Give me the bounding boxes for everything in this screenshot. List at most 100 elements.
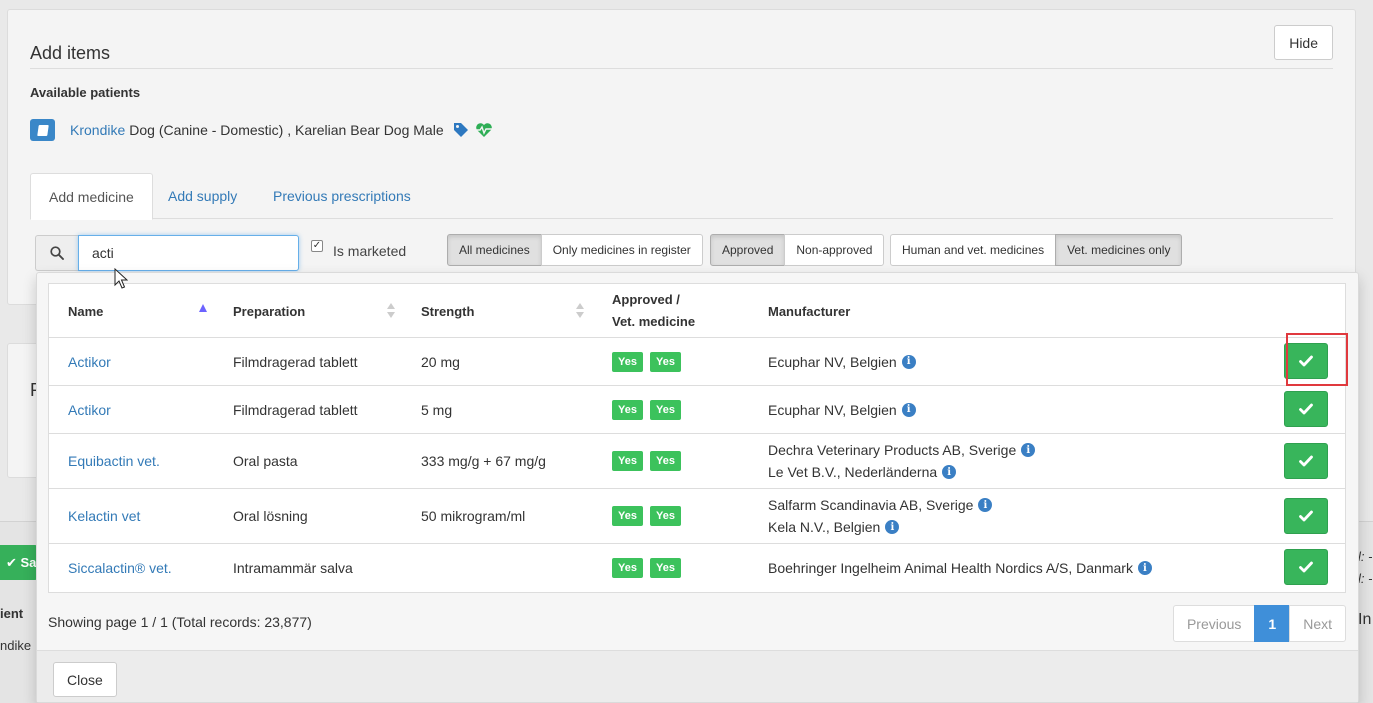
background-fragment: ndike bbox=[0, 638, 32, 653]
approved-badge: Yes bbox=[612, 351, 643, 372]
check-icon bbox=[1299, 455, 1313, 466]
non-approved-button[interactable]: Non-approved bbox=[784, 234, 885, 266]
header-approved-vet: Approved / Vet. medicine bbox=[612, 292, 696, 329]
dropdown-footer: Close bbox=[37, 650, 1358, 702]
patient-row: Krondike Dog (Canine - Domestic) , Karel… bbox=[30, 119, 493, 141]
patient-name-link[interactable]: Krondike bbox=[70, 122, 125, 138]
manufacturer-line: Kela N.V., Belgien i bbox=[768, 516, 900, 538]
page-1-button[interactable]: 1 bbox=[1254, 605, 1291, 642]
header-name[interactable]: Name bbox=[68, 284, 218, 338]
header-strength[interactable]: Strength bbox=[421, 284, 591, 338]
results-table: Name Preparation Strength Approved / Vet… bbox=[48, 283, 1346, 593]
search-group bbox=[35, 235, 299, 271]
search-icon bbox=[50, 246, 64, 260]
tab-add-medicine[interactable]: Add medicine bbox=[30, 173, 153, 220]
checkbox-box[interactable]: ✓ bbox=[311, 239, 323, 252]
select-medicine-button[interactable] bbox=[1284, 549, 1328, 585]
heart-pulse-icon[interactable] bbox=[475, 122, 493, 138]
manufacturer-cell: Dechra Veterinary Products AB, Sverige i L… bbox=[768, 434, 1036, 488]
tab-add-supply[interactable]: Add supply bbox=[150, 173, 255, 219]
close-button[interactable]: Close bbox=[53, 662, 117, 697]
medicine-name-link[interactable]: Actikor bbox=[68, 386, 111, 433]
tab-bar: Add medicine Add supply Previous prescri… bbox=[30, 173, 1333, 220]
info-icon[interactable]: i bbox=[978, 498, 993, 512]
check-icon bbox=[1299, 561, 1313, 573]
manufacturer-cell: Salfarm Scandinavia AB, Sverige i Kela N.V… bbox=[768, 489, 993, 543]
table-row: Actikor Filmdragerad tablett 5 mg Yes Yes Ecu… bbox=[49, 386, 1345, 434]
background-fragment: l: - bbox=[1358, 571, 1373, 586]
manufacturer-line: Ecuphar NV, Belgien i bbox=[768, 399, 916, 421]
approved-badge: Yes bbox=[612, 451, 643, 471]
header-preparation[interactable]: Preparation bbox=[233, 284, 403, 338]
background-fragment: In bbox=[1358, 611, 1372, 628]
available-patients-label: Available patients bbox=[30, 85, 141, 100]
table-row: Siccalactin® vet. Intramammär salva Yes Yes… bbox=[49, 544, 1345, 592]
strength-cell: 333 mg/g + 67 mg/g bbox=[421, 453, 546, 469]
medicine-name-link[interactable]: Actikor bbox=[68, 338, 111, 385]
medicine-search-input[interactable] bbox=[78, 235, 299, 271]
approved-badge: Yes bbox=[612, 506, 643, 526]
select-medicine-button[interactable] bbox=[1284, 442, 1328, 479]
medicine-name-link[interactable]: Siccalactin® vet. bbox=[68, 544, 172, 592]
tab-previous-prescriptions[interactable]: Previous prescriptions bbox=[255, 173, 429, 219]
approval-filter-group: Approved Non-approved bbox=[710, 234, 885, 266]
manufacturer-name: Ecuphar NV, Belgien bbox=[768, 353, 897, 370]
tag-icon[interactable] bbox=[453, 122, 469, 138]
approval-badges: Yes Yes bbox=[612, 338, 688, 385]
register-only-button[interactable]: Only medicines in register bbox=[540, 234, 703, 266]
previous-page-button[interactable]: Previous bbox=[1172, 605, 1256, 642]
approved-badge: Yes bbox=[612, 558, 643, 578]
approved-button[interactable]: Approved bbox=[710, 234, 786, 266]
preparation-cell: Oral lösning bbox=[233, 508, 308, 524]
check-icon bbox=[1299, 403, 1313, 415]
mouse-cursor-icon bbox=[114, 268, 128, 289]
manufacturer-cell: Boehringer Ingelheim Animal Health Nordi… bbox=[768, 544, 1152, 592]
info-icon[interactable]: i bbox=[885, 520, 900, 534]
human-and-vet-button[interactable]: Human and vet. medicines bbox=[890, 234, 1057, 266]
table-row: Actikor Filmdragerad tablett 20 mg Yes Yes Ec… bbox=[49, 338, 1345, 386]
highlight-box bbox=[1286, 333, 1348, 386]
info-icon[interactable]: i bbox=[1021, 443, 1036, 457]
next-page-button[interactable]: Next bbox=[1289, 605, 1346, 642]
background-fragment: l: - bbox=[1358, 549, 1373, 564]
info-icon[interactable]: i bbox=[901, 402, 916, 417]
book-icon[interactable] bbox=[30, 119, 55, 141]
is-marketed-checkbox[interactable]: ✓ Is marketed bbox=[311, 239, 406, 259]
strength-cell: 50 mikrogram/ml bbox=[421, 508, 526, 524]
table-row: Equibactin vet. Oral pasta 333 mg/g + 67 m… bbox=[49, 434, 1345, 489]
select-medicine-button[interactable] bbox=[1284, 497, 1328, 534]
vet-medicine-badge: Yes bbox=[649, 451, 681, 471]
vet-medicine-badge: Yes bbox=[649, 558, 681, 578]
patient-description: Dog (Canine - Domestic) , Karelian Bear … bbox=[129, 122, 444, 138]
save-button-background[interactable]: ✔ Sa bbox=[0, 545, 38, 580]
manufacturer-name: Le Vet B.V., Nederländerna bbox=[768, 464, 938, 480]
all-medicines-button[interactable]: All medicines bbox=[447, 234, 542, 266]
medicine-name-link[interactable]: Equibactin vet. bbox=[68, 434, 160, 488]
info-icon[interactable]: i bbox=[942, 465, 957, 479]
preparation-cell: Intramammär salva bbox=[233, 560, 353, 576]
sort-icon bbox=[575, 303, 585, 319]
header-manufacturer: Manufacturer bbox=[768, 303, 851, 319]
medicine-name-link[interactable]: Kelactin vet bbox=[68, 489, 140, 543]
info-icon[interactable]: i bbox=[1137, 561, 1152, 575]
manufacturer-line: Salfarm Scandinavia AB, Sverige i bbox=[768, 494, 993, 516]
approval-badges: Yes Yes bbox=[612, 489, 688, 543]
manufacturer-name: Kela N.V., Belgien bbox=[768, 519, 881, 535]
table-header: Name Preparation Strength Approved / Vet… bbox=[49, 284, 1345, 338]
manufacturer-name: Boehringer Ingelheim Animal Health Nordi… bbox=[768, 560, 1133, 576]
info-icon[interactable]: i bbox=[901, 354, 916, 369]
vet-medicine-badge: Yes bbox=[649, 351, 681, 372]
preparation-cell: Filmdragerad tablett bbox=[233, 401, 358, 418]
vet-medicine-badge: Yes bbox=[649, 399, 681, 420]
vet-medicine-badge: Yes bbox=[649, 506, 681, 526]
divider bbox=[30, 68, 1333, 69]
sort-ascending-icon bbox=[199, 304, 207, 312]
search-results-dropdown: Name Preparation Strength Approved / Vet… bbox=[36, 272, 1359, 703]
scope-filter-group: Human and vet. medicines Vet. medicines … bbox=[890, 234, 1183, 266]
strength-cell: 20 mg bbox=[421, 353, 460, 370]
hide-button[interactable]: Hide bbox=[1274, 25, 1333, 60]
table-body: Actikor Filmdragerad tablett 20 mg Yes Yes Ec… bbox=[49, 338, 1345, 592]
sort-icon bbox=[386, 303, 396, 319]
select-medicine-button[interactable] bbox=[1284, 391, 1328, 427]
vet-only-button[interactable]: Vet. medicines only bbox=[1055, 234, 1183, 266]
